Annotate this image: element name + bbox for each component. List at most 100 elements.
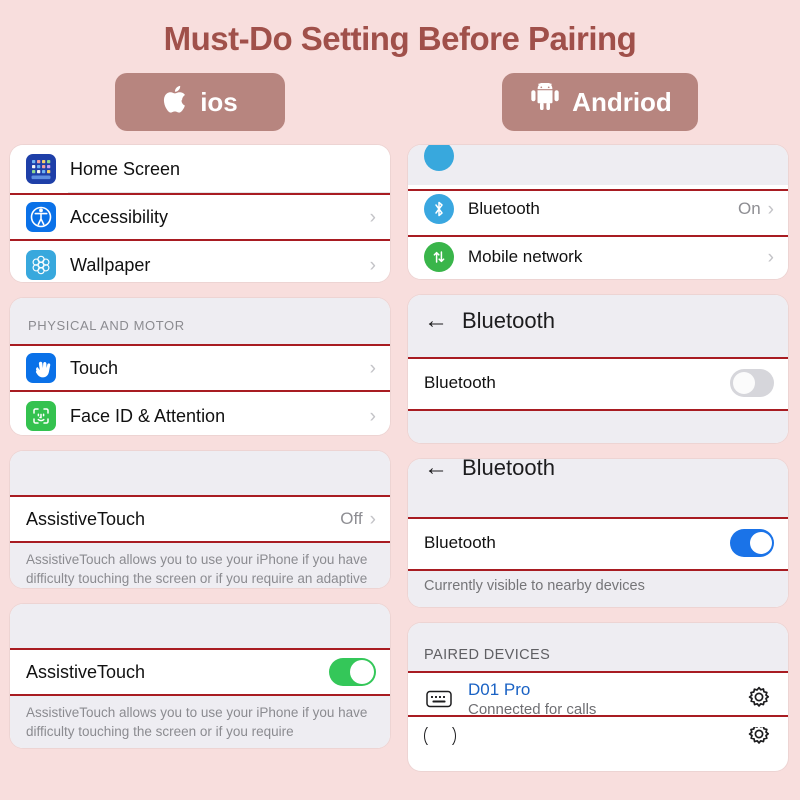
android-badge-label: Andriod [572, 86, 672, 117]
ios-settings-panel-1: Home Screen Accessibility › Wallpaper › [10, 145, 390, 282]
android-bluetooth-panel-off: ← Bluetooth Bluetooth [408, 295, 788, 443]
panel-spacer [408, 489, 788, 517]
android-badge: Andriod [502, 73, 698, 131]
page-title: Must-Do Setting Before Pairing [163, 20, 637, 57]
highlight-rule-bottom [10, 239, 390, 241]
chevron-right-icon: › [767, 246, 774, 268]
ios-row-accessibility[interactable]: Accessibility › [10, 193, 390, 241]
ios-row-label: AssistiveTouch [26, 508, 146, 529]
panel-top-spacer [10, 604, 390, 648]
ios-badge: ios [115, 73, 285, 131]
ios-footnote: AssistiveTouch allows you to use your iP… [10, 696, 390, 748]
ios-row-assistivetouch-toggle[interactable]: AssistiveTouch [10, 648, 390, 696]
clipped-device-label [470, 727, 746, 745]
highlight-rule-top [10, 193, 390, 195]
android-row-mobile-network[interactable]: Mobile network › [408, 233, 788, 279]
chevron-right-icon: › [369, 508, 376, 530]
chevron-right-icon: › [369, 405, 376, 427]
android-row-paired-device[interactable]: D01 Pro Connected for calls [408, 671, 788, 727]
assistivetouch-toggle[interactable] [329, 658, 376, 686]
highlight-rule-top [408, 189, 788, 191]
android-title-bar: ← Bluetooth [408, 459, 788, 489]
ios-row-label: Face ID & Attention [70, 405, 226, 426]
toggle-knob [350, 660, 374, 684]
android-row-label: Bluetooth [424, 533, 496, 552]
ios-footnote: AssistiveTouch allows you to use your iP… [10, 543, 390, 588]
ios-row-label: Touch [70, 357, 119, 378]
ios-row-label: Accessibility [70, 206, 169, 227]
ios-section-label: PHYSICAL AND MOTOR [28, 318, 185, 333]
face-id-icon [26, 401, 56, 431]
chevron-right-icon: › [369, 206, 376, 228]
ios-settings-panel-2: PHYSICAL AND MOTOR Touch › Face ID & Att… [10, 298, 390, 435]
highlight-rule-bottom [408, 715, 788, 717]
keyboard-icon [424, 684, 454, 714]
ios-row-touch[interactable]: Touch › [10, 344, 390, 392]
android-panel-title: Bluetooth [462, 308, 555, 333]
highlight-rule-top [408, 357, 788, 359]
ios-assistivetouch-panel-off: AssistiveTouch Off › AssistiveTouch allo… [10, 451, 390, 588]
ios-column: Home Screen Accessibility › Wallpaper › … [0, 145, 400, 787]
paired-device-name: D01 Pro [468, 680, 531, 699]
android-row-label: Bluetooth [424, 373, 496, 392]
ios-badge-label: ios [200, 86, 238, 117]
android-section-header: PAIRED DEVICES [408, 623, 788, 671]
highlight-rule-bottom [408, 235, 788, 237]
android-paired-devices-panel: PAIRED DEVICES D01 Pro Connected for cal… [408, 623, 788, 771]
android-title-bar: ← Bluetooth [408, 295, 788, 339]
highlight-rule-bottom [10, 390, 390, 392]
panel-top-spacer [10, 451, 390, 495]
ios-section-header: PHYSICAL AND MOTOR [10, 298, 390, 344]
android-subtext: Currently visible to nearby devices [408, 569, 788, 594]
back-arrow-icon[interactable]: ← [424, 459, 448, 480]
chevron-right-icon: › [767, 198, 774, 220]
android-bluetooth-panel-on: ← Bluetooth Bluetooth Currently visible … [408, 459, 788, 607]
toggle-knob [750, 532, 772, 554]
android-row-label: Bluetooth [468, 199, 540, 218]
touch-icon [26, 353, 56, 383]
android-row-clipped-top [408, 145, 788, 185]
android-row-clipped-device[interactable] [408, 727, 788, 745]
home-screen-icon [26, 154, 56, 184]
ios-row-label: AssistiveTouch [26, 661, 146, 682]
back-arrow-icon[interactable]: ← [424, 309, 448, 333]
wallpaper-icon [26, 250, 56, 280]
android-row-bluetooth-toggle[interactable]: Bluetooth [408, 357, 788, 409]
android-robot-icon [528, 81, 562, 121]
android-section-label: PAIRED DEVICES [424, 647, 551, 663]
panel-bottom-spacer [408, 409, 788, 443]
highlight-rule-bottom [10, 541, 390, 543]
highlight-rule-bottom [10, 694, 390, 696]
clipped-circle-icon [424, 145, 454, 171]
mobile-network-icon [424, 242, 454, 272]
android-row-label: Mobile network [468, 247, 583, 266]
ios-row-face-id[interactable]: Face ID & Attention › [10, 392, 390, 435]
ios-row-assistivetouch[interactable]: AssistiveTouch Off › [10, 495, 390, 543]
ios-row-label: Home Screen [70, 158, 181, 179]
chevron-right-icon: › [369, 254, 376, 276]
highlight-rule-top [408, 517, 788, 519]
highlight-rule-bottom [408, 409, 788, 411]
android-row-bluetooth[interactable]: Bluetooth On › [408, 185, 788, 233]
android-column: Bluetooth On › Mobile network › ← Blueto… [400, 145, 800, 787]
platform-badges: ios Andriod [0, 73, 800, 131]
chevron-right-icon: › [369, 357, 376, 379]
highlight-rule-top [408, 671, 788, 673]
ios-row-label: Wallpaper [70, 254, 151, 275]
android-row-bluetooth-toggle[interactable]: Bluetooth [408, 517, 788, 569]
ios-row-value: Off [340, 509, 363, 528]
highlight-rule-top [10, 648, 390, 650]
gear-icon[interactable] [746, 684, 774, 715]
highlight-rule-top [10, 344, 390, 346]
ios-row-home-screen[interactable]: Home Screen [10, 145, 390, 193]
ios-row-wallpaper[interactable]: Wallpaper › [10, 241, 390, 282]
bluetooth-icon [424, 194, 454, 224]
highlight-rule-top [10, 495, 390, 497]
bluetooth-toggle[interactable] [730, 369, 774, 397]
clipped-device-icon [424, 727, 456, 745]
gear-icon[interactable] [746, 727, 774, 745]
android-row-value: On [737, 199, 761, 218]
bluetooth-toggle[interactable] [730, 529, 774, 557]
accessibility-icon [26, 202, 56, 232]
apple-logo-icon [162, 83, 190, 121]
